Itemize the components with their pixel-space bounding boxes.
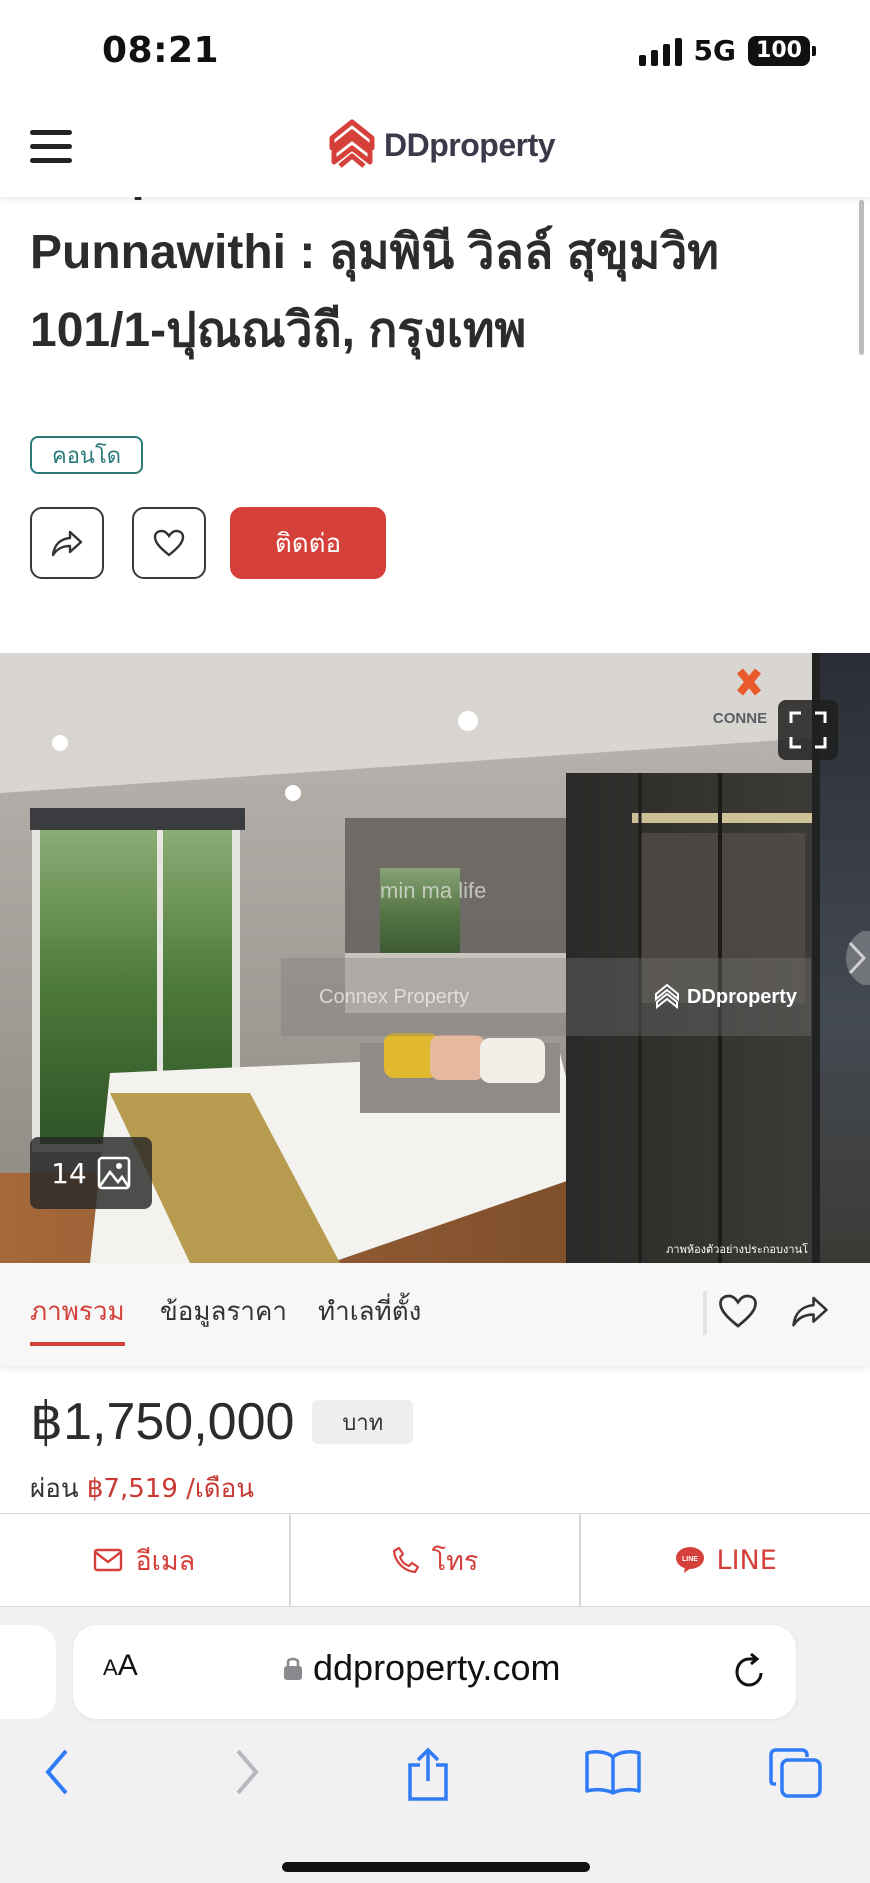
signal-icon: [638, 36, 682, 66]
email-label: อีเมล: [135, 1545, 196, 1577]
status-bar: 08:21 5G 100: [0, 0, 870, 100]
listing-price: ฿1,750,000: [30, 1393, 295, 1451]
contact-button[interactable]: ติดต่อ: [230, 507, 386, 579]
url-text: ddproperty.com: [313, 1647, 561, 1688]
expand-icon: [789, 711, 827, 749]
previous-tab-peek[interactable]: [0, 1625, 56, 1719]
image-icon: [97, 1156, 131, 1190]
phone-icon: [392, 1546, 419, 1574]
page-scrollbar[interactable]: [859, 200, 864, 355]
address-bar[interactable]: AA ddproperty.com: [73, 1625, 796, 1719]
home-indicator[interactable]: [282, 1862, 590, 1872]
email-button[interactable]: อีเมล: [0, 1514, 291, 1606]
ddproperty-logo-icon: [329, 119, 375, 168]
photo-watermark: Connex Property DDproperty: [281, 958, 811, 1036]
browser-toolbar: [0, 1735, 870, 1815]
url-display[interactable]: ddproperty.com: [283, 1647, 560, 1689]
photo-caption: ภาพห้องตัวอย่างประกอบงานโ: [666, 1243, 808, 1256]
installment-info: ผ่อน ฿7,519 /เดือน: [30, 1468, 254, 1509]
photo-count-button[interactable]: 14: [30, 1137, 152, 1209]
tab-overview[interactable]: ภาพรวม: [30, 1291, 125, 1346]
battery-level: 100: [756, 38, 802, 63]
photo-count: 14: [51, 1156, 87, 1190]
phone-label: โทร: [431, 1545, 479, 1577]
heart-icon: [153, 529, 185, 557]
tabs-overview-icon[interactable]: [768, 1747, 824, 1799]
battery-icon: 100: [748, 35, 816, 66]
status-indicators: 5G 100: [638, 34, 816, 67]
price-row: ฿1,750,000 บาท: [30, 1392, 414, 1452]
ddproperty-watermark-icon: [654, 983, 679, 1010]
ddproperty-logo[interactable]: DDproperty: [326, 118, 556, 172]
share-button[interactable]: [30, 507, 104, 579]
tab-location[interactable]: ทำเลที่ตั้ง: [318, 1291, 421, 1342]
gallery-next-arrow-icon[interactable]: [842, 931, 870, 985]
lock-icon: [284, 1657, 302, 1680]
line-app-icon: LINE: [675, 1547, 704, 1573]
status-time: 08:21: [102, 30, 220, 71]
aa-large: A: [117, 1649, 138, 1682]
property-type-badge: คอนโด: [30, 436, 144, 474]
fullscreen-button[interactable]: [778, 700, 838, 760]
tab-price-info[interactable]: ข้อมูลราคา: [160, 1291, 287, 1342]
section-tabs: ภาพรวม ข้อมูลราคา ทำเลที่ตั้ง: [0, 1263, 870, 1366]
watermark-connex: Connex Property: [319, 985, 470, 1008]
reader-settings-button[interactable]: AA: [103, 1649, 138, 1683]
tab-heart-icon[interactable]: [718, 1291, 758, 1331]
listing-actions: ติดต่อ: [30, 507, 386, 579]
share-sheet-icon[interactable]: [405, 1747, 451, 1803]
back-icon[interactable]: [42, 1747, 72, 1797]
share-icon: [51, 530, 83, 557]
network-label: 5G: [693, 34, 736, 67]
call-button[interactable]: โทร: [291, 1514, 582, 1606]
forward-icon[interactable]: [232, 1747, 262, 1797]
contact-bar: อีเมล โทร LINE LINE: [0, 1513, 870, 1607]
reload-icon[interactable]: [730, 1651, 770, 1691]
logo-text: DDproperty: [384, 126, 556, 163]
installment-prefix: ผ่อน: [30, 1474, 79, 1504]
currency-unit-badge: บาท: [312, 1400, 414, 1444]
tab-divider: [703, 1291, 707, 1335]
svg-text:LINE: LINE: [682, 1556, 698, 1563]
watermark-ddproperty-label: DDproperty: [686, 985, 797, 1008]
line-label: LINE: [716, 1544, 777, 1576]
tab-share-icon[interactable]: [790, 1291, 830, 1331]
mail-icon: [94, 1548, 123, 1572]
line-button[interactable]: LINE LINE: [581, 1514, 870, 1606]
listing-title-container: Lumpini Ville Sukhumvit 101/1-Punnawithi…: [30, 166, 810, 396]
installment-amount: ฿7,519 /เดือน: [86, 1474, 255, 1504]
mirror-text: min ma life: [380, 878, 486, 903]
favorite-button[interactable]: [132, 507, 206, 579]
bookmarks-icon[interactable]: [584, 1747, 642, 1795]
browser-chrome: AA ddproperty.com: [0, 1607, 870, 1883]
app-header: DDproperty: [0, 100, 870, 197]
hamburger-menu-icon[interactable]: [30, 130, 72, 164]
watermark-ddproperty: DDproperty: [653, 983, 797, 1011]
aa-small: A: [103, 1655, 118, 1680]
connex-overlay-text: CONNE: [713, 710, 767, 727]
